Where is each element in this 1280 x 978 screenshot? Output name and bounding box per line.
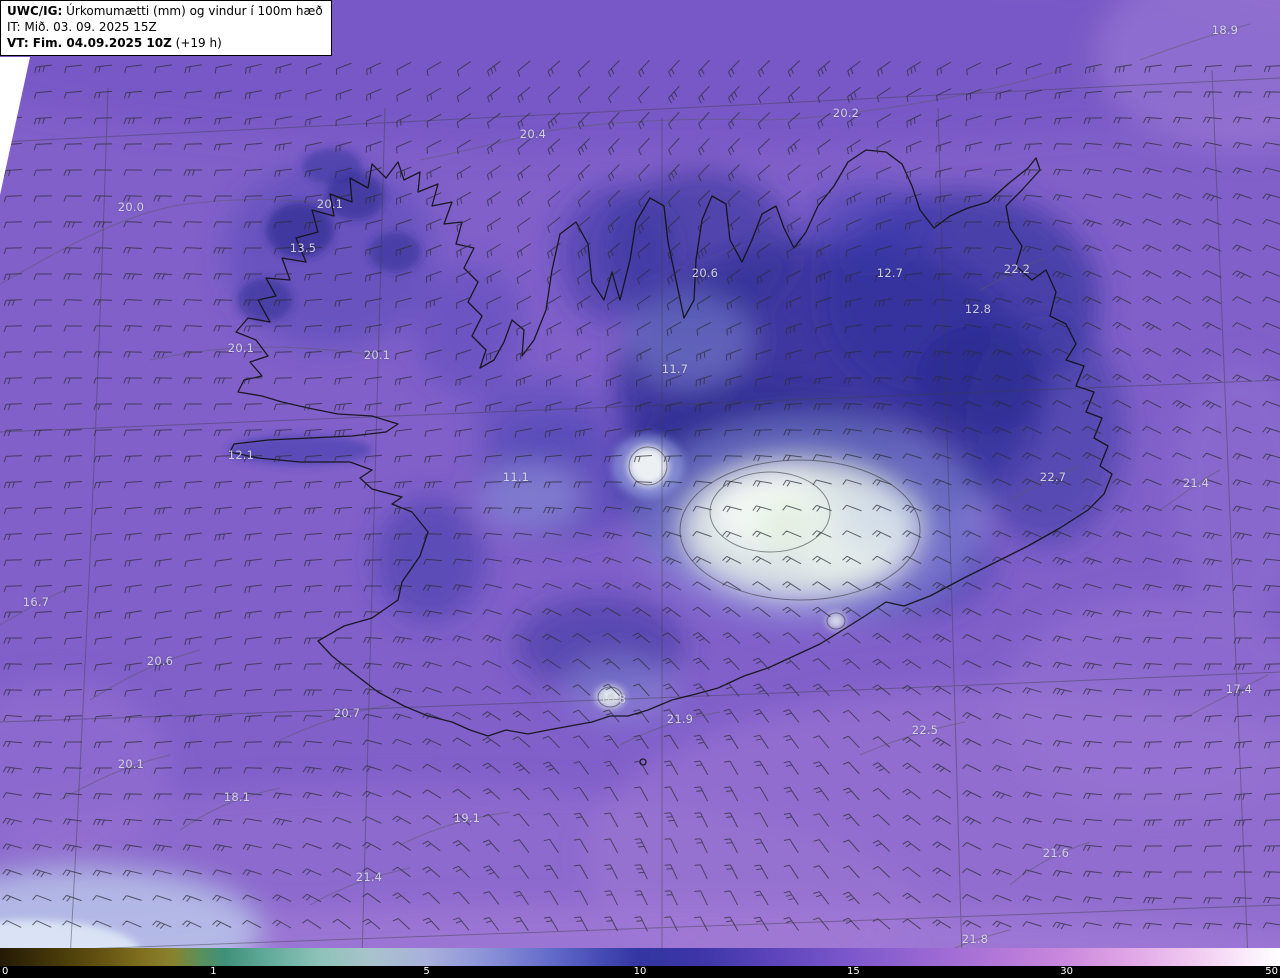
colorbar: 0 1 5 10 15 30 50 [0,948,1280,978]
precip-blob [478,464,582,530]
product-title-line: UWC/IG: Úrkomumætti (mm) og vindur í 100… [7,4,323,20]
precip-blob [369,232,421,272]
precip-blob [840,492,924,552]
colorbar-tick-strip: 0 1 5 10 15 30 50 [0,966,1280,978]
valid-offset: (+19 h) [175,35,222,50]
valid-time: VT: Fim. 04.09.2025 10Z [7,35,172,50]
colorbar-tick-label: 50 [1265,966,1278,977]
precip-blob [228,435,372,465]
precip-blob [266,202,334,258]
valid-time-line: VT: Fim. 04.09.2025 10Z (+19 h) [7,36,323,52]
weather-map [0,0,1280,978]
init-time-line: IT: Mið. 03. 09. 2025 15Z [7,19,157,34]
colorbar-tick-label: 30 [1060,966,1073,977]
colorbar-tick-label: 5 [423,966,430,977]
precip-blob [302,148,362,184]
colorbar-tick-label: 10 [633,966,647,977]
product-brand: UWC/IG: [7,4,63,18]
colorbar-tick-label: 0 [2,966,9,977]
colorbar-tick-label: 15 [847,966,860,977]
colorbar-gradient [0,948,1280,966]
title-box: UWC/IG: Úrkomumætti (mm) og vindur í 100… [0,0,332,57]
colorbar-tick-label: 1 [210,966,217,977]
precip-blob [475,378,605,462]
weather-map-stage: 18.9 20.2 20.4 20.0 20.1 13.5 20.6 12.7 22.2 12.8… [0,0,1280,978]
precip-blob [596,686,624,708]
product-name: Úrkomumætti (mm) og vindur í 100m hæð [66,4,323,18]
